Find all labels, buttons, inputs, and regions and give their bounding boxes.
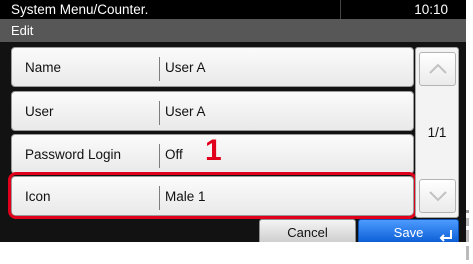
cancel-label: Cancel [287, 225, 328, 240]
save-button[interactable]: Save [358, 219, 459, 242]
scroll-panel: 1/1 [415, 47, 459, 218]
page-indicator: 1/1 [427, 125, 447, 140]
setting-value: Off [165, 147, 183, 162]
clock: 10:10 [414, 2, 448, 17]
setting-label: User [25, 104, 54, 119]
title-divider [340, 0, 341, 19]
setting-label: Password Login [25, 147, 122, 162]
enter-icon [439, 230, 452, 242]
subtitle-bar: Edit [0, 19, 466, 42]
setting-row-name[interactable]: Name User A [11, 47, 414, 87]
scroll-down-button[interactable] [419, 179, 456, 213]
chevron-up-icon [429, 63, 447, 74]
side-reference-mark [466, 210, 469, 260]
setting-value: User A [165, 104, 206, 119]
row-divider [159, 144, 160, 168]
screen-title: System Menu/Counter. [11, 2, 149, 17]
cancel-button[interactable]: Cancel [259, 219, 356, 242]
row-divider [159, 101, 160, 125]
chevron-down-icon [429, 191, 447, 202]
scroll-up-button[interactable] [419, 52, 456, 86]
touch-panel-screen: System Menu/Counter. 10:10 Edit Name Use… [0, 0, 466, 242]
row-divider [159, 57, 160, 81]
screen-subtitle: Edit [11, 23, 34, 38]
callout-number: 1 [205, 134, 222, 167]
setting-row-user[interactable]: User User A [11, 91, 414, 131]
highlight-box [8, 172, 417, 219]
setting-label: Name [25, 60, 62, 75]
setting-value: User A [165, 60, 206, 75]
title-bar: System Menu/Counter. 10:10 [0, 0, 466, 19]
